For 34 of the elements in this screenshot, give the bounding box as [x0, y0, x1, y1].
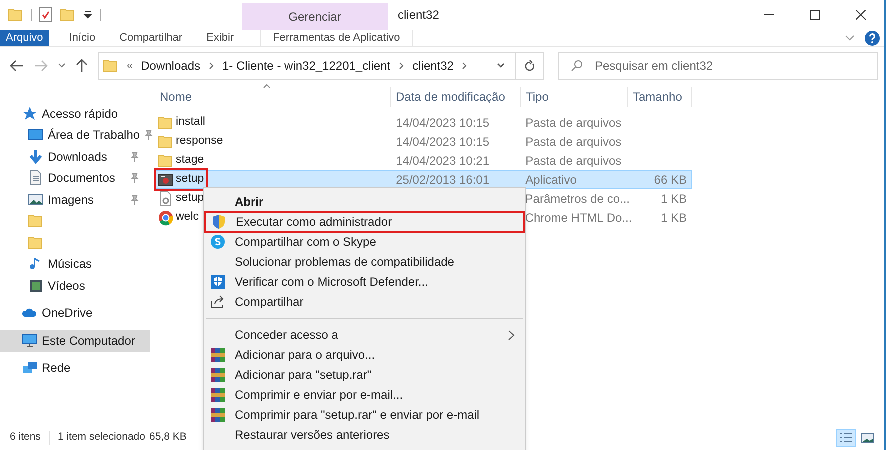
type-cell: Aplicativo — [526, 172, 577, 186]
type-cell: Chrome HTML Do... — [525, 210, 632, 224]
sidebar-label: Rede — [42, 360, 71, 378]
type-cell: Pasta de arquivos — [526, 134, 622, 148]
sidebar-label: Este Computador — [42, 332, 136, 350]
size-cell: 66 KB — [654, 172, 687, 186]
file-name: stage — [176, 152, 204, 168]
context-tab-header: Gerenciar — [242, 3, 388, 30]
date-cell: 14/04/2023 10:15 — [396, 116, 490, 130]
sidebar-label: Imagens — [48, 192, 94, 209]
item-count: 6 itens — [10, 430, 41, 446]
size-cell: 1 KB — [660, 192, 687, 206]
sidebar-label: Downloads — [48, 148, 108, 166]
size-cell: 1 KB — [660, 210, 687, 224]
file-name: setup — [176, 172, 204, 187]
date-cell: 14/04/2023 10:15 — [396, 134, 490, 148]
type-cell: Pasta de arquivos — [526, 154, 622, 168]
window-title: client32 — [398, 7, 440, 24]
date-cell: 25/02/2013 16:01 — [396, 172, 490, 186]
sidebar-label: Acesso rápido — [42, 106, 118, 123]
sidebar-label: OneDrive — [42, 305, 93, 322]
selection-status: 1 item selecionado — [58, 430, 146, 446]
file-name: welc — [176, 210, 200, 225]
type-cell: Pasta de arquivos — [526, 116, 622, 130]
selection-size: 65,8 KB — [150, 430, 187, 446]
sidebar-label: Documentos — [48, 170, 116, 188]
file-name: setup — [176, 190, 204, 206]
type-cell: Parâmetros de co... — [525, 192, 630, 206]
sidebar-label: Músicas — [48, 256, 92, 274]
file-name: response — [176, 134, 224, 149]
sidebar-label: Área de Trabalho — [48, 127, 140, 144]
date-cell: 14/04/2023 10:21 — [396, 154, 490, 168]
file-name: install — [176, 114, 206, 130]
sidebar-label: Vídeos — [48, 278, 86, 295]
